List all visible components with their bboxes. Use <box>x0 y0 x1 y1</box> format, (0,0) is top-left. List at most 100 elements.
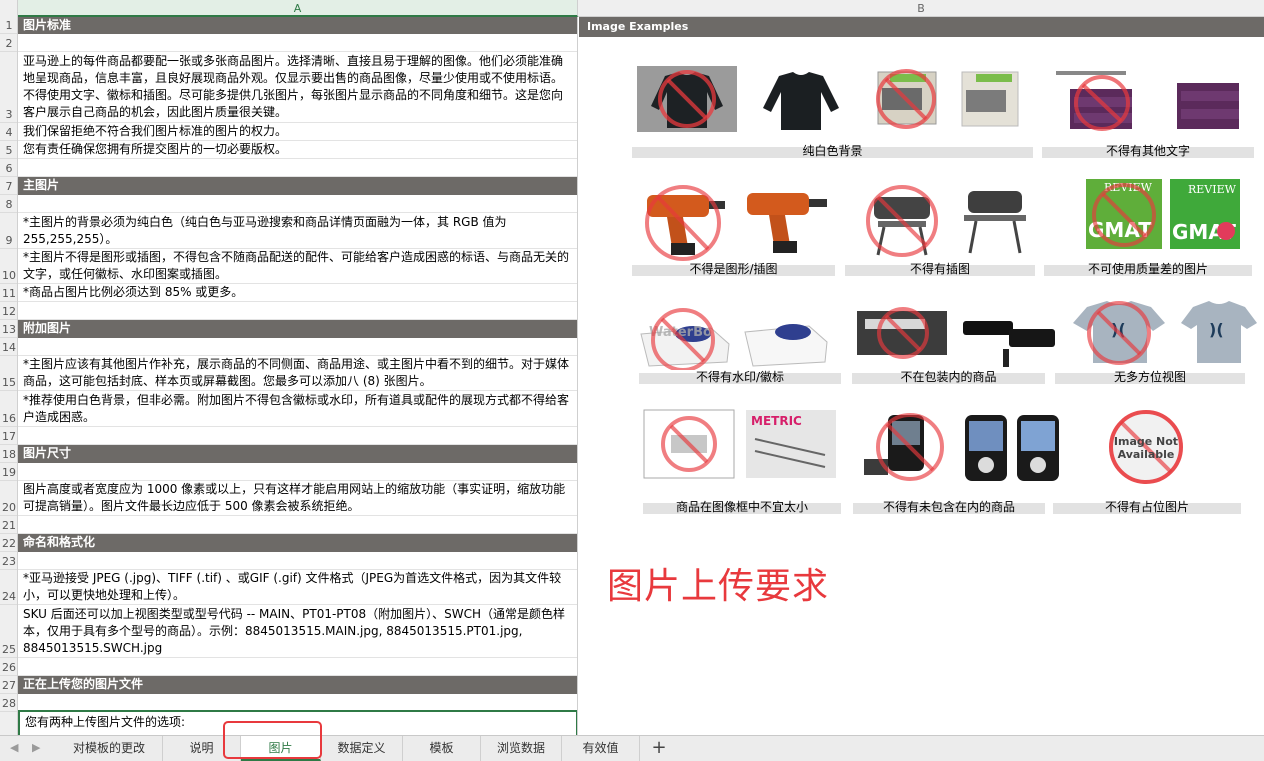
text-cell[interactable]: *我们建议的图片文件命名方式是，用商品 SKU 作为文件名将图片保存在您的网站服… <box>18 605 577 658</box>
text-cell[interactable]: 您有责任确保您拥有所提交图片的一切必要版权。 <box>18 141 577 159</box>
empty-cell[interactable] <box>18 302 577 320</box>
row-header[interactable]: 9 <box>0 213 17 249</box>
text-cell[interactable]: *亚马逊接受 JPEG (.jpg)、TIFF (.tif) 、或GIF (.g… <box>18 570 577 605</box>
caption-no-placeholder: 不得有占位图片 <box>1053 501 1241 514</box>
caption-white-bg: 纯白色背景 <box>632 145 1033 158</box>
row-header[interactable]: 4 <box>0 123 17 141</box>
cell-text: 您有两种上传图片文件的选项: <box>25 715 186 729</box>
section-header-cell[interactable]: 图片标准 <box>18 17 577 34</box>
row-header[interactable]: 25 <box>0 605 17 658</box>
active-tab-highlight-box <box>223 721 322 759</box>
caption-not-too-small: 商品在图像框中不宜太小 <box>643 501 841 514</box>
row-header[interactable]: 19 <box>0 463 17 481</box>
row-header[interactable]: 2 <box>0 34 17 52</box>
product-watermark-crossed-thumbnail: WaterBo <box>640 308 730 370</box>
cell-text: *推荐使用白色背景，但非必需。附加图片不得包含徽标或水印，所有道具或配件的展现方… <box>23 393 570 424</box>
text-cell[interactable]: 图片高度或者宽度应为 1000 像素或以上，只有这样才能启用网站上的缩放功能（事… <box>18 481 577 516</box>
towels-clean-thumbnail <box>1177 83 1239 129</box>
book-good-quality-thumbnail: REVIEW GMAT <box>1170 179 1240 249</box>
row-header[interactable]: 23 <box>0 552 17 570</box>
row-header[interactable]: 12 <box>0 302 17 320</box>
select-all-corner[interactable] <box>0 0 18 17</box>
empty-cell[interactable] <box>18 159 577 177</box>
image-examples-panel: Image Examples 纯白色背景 不得有其他文字 REVIEW GMAT… <box>579 17 1264 735</box>
grill-thumbnail <box>964 191 1026 254</box>
section-header-cell[interactable]: 正在上传您的图片文件 <box>18 676 577 694</box>
row-header[interactable]: 8 <box>0 195 17 213</box>
tshirt-thumbnail: )( <box>1181 301 1257 363</box>
row-header[interactable]: 22 <box>0 534 17 552</box>
row-header[interactable]: 16 <box>0 391 17 427</box>
row-header[interactable]: 20 <box>0 481 17 516</box>
cell-text: 亚马逊上的每件商品都要配一张或多张商品图片。选择清晰、直接且易于理解的图像。他们… <box>23 54 564 119</box>
product-no-watermark-thumbnail <box>744 324 828 367</box>
row-header[interactable]: 18 <box>0 445 17 463</box>
mp3-accessories-crossed-thumbnail <box>864 413 944 481</box>
row-header[interactable]: 11 <box>0 284 17 302</box>
prev-sheet-arrow-icon[interactable]: ◀ <box>10 741 18 754</box>
empty-cell[interactable] <box>18 552 577 570</box>
row-header[interactable]: 24 <box>0 570 17 605</box>
tab-browse-data[interactable]: 浏览数据 <box>481 736 562 761</box>
section-header-cell[interactable]: 附加图片 <box>18 320 577 338</box>
add-sheet-button[interactable]: + <box>649 736 669 761</box>
section-header-cell[interactable]: 图片尺寸 <box>18 445 577 463</box>
section-header-cell[interactable]: 主图片 <box>18 177 577 195</box>
tab-data-definitions[interactable]: 数据定义 <box>321 736 403 761</box>
text-cell[interactable]: *主图片的背景必须为纯白色（纯白色与亚马逊搜索和商品详情页面融为一体，其 RGB… <box>18 213 577 249</box>
text-cell[interactable]: *推荐使用白色背景，但非必需。附加图片不得包含徽标或水印，所有道具或配件的展现方… <box>18 391 577 427</box>
svg-text:REVIEW: REVIEW <box>1188 183 1237 196</box>
empty-cell[interactable] <box>18 427 577 445</box>
row-header[interactable]: 3 <box>0 52 17 123</box>
svg-text:METRIC: METRIC <box>751 414 802 428</box>
tab-valid-values[interactable]: 有效值 <box>562 736 640 761</box>
cell-text: 正在上传您的图片文件 <box>23 677 144 691</box>
empty-cell[interactable] <box>18 516 577 534</box>
tab-template[interactable]: 模板 <box>403 736 481 761</box>
svg-text:)(: )( <box>1209 320 1224 339</box>
small-product-crossed-thumbnail <box>643 409 735 479</box>
text-cell[interactable]: 我们保留拒绝不符合我们图片标准的图片的权力。 <box>18 123 577 141</box>
image-examples-header: Image Examples <box>579 17 1264 37</box>
row-header[interactable]: 27 <box>0 676 17 694</box>
caption-no-illustration: 不得有插图 <box>845 263 1035 276</box>
text-cell[interactable]: 亚马逊上的每件商品都要配一张或多张商品图片。选择清晰、直接且易于理解的图像。他们… <box>18 52 577 123</box>
caption-no-extra-items: 不得有未包含在内的商品 <box>853 501 1045 514</box>
row-header[interactable]: 7 <box>0 177 17 195</box>
tab-template-changes[interactable]: 对模板的更改 <box>56 736 163 761</box>
row-header[interactable]: 28 <box>0 694 17 712</box>
empty-cell[interactable] <box>18 658 577 676</box>
row-header[interactable]: 14 <box>0 338 17 356</box>
drill-crossed-thumbnail <box>645 185 725 261</box>
column-b-header[interactable]: B <box>578 0 1264 17</box>
empty-cell[interactable] <box>18 338 577 356</box>
row-header[interactable]: 17 <box>0 427 17 445</box>
text-cell[interactable]: *商品占图片比例必须达到 85% 或更多。 <box>18 284 577 302</box>
cell-text: 您有责任确保您拥有所提交图片的一切必要版权。 <box>23 142 288 156</box>
section-header-cell[interactable]: 命名和格式化 <box>18 534 577 552</box>
cell-text: *亚马逊接受 JPEG (.jpg)、TIFF (.tif) 、或GIF (.g… <box>23 571 562 602</box>
svg-text:Image Not: Image Not <box>1114 435 1178 448</box>
empty-cell[interactable] <box>18 463 577 481</box>
sweater-white-bg-thumbnail <box>763 72 839 130</box>
box-product-crossed-thumbnail <box>876 69 937 129</box>
caption-no-low-quality: 不可使用质量差的图片 <box>1044 263 1252 276</box>
row-header[interactable]: 10 <box>0 249 17 284</box>
row-header[interactable]: 5 <box>0 141 17 159</box>
next-sheet-arrow-icon[interactable]: ▶ <box>32 741 40 754</box>
grill-illustration-crossed-thumbnail <box>866 185 938 257</box>
towels-with-text-crossed-thumbnail <box>1056 71 1132 131</box>
row-header[interactable]: 26 <box>0 658 17 676</box>
row-header[interactable]: 6 <box>0 159 17 177</box>
row-header[interactable]: 15 <box>0 356 17 391</box>
empty-cell[interactable] <box>18 195 577 213</box>
text-cell[interactable]: *主图片应该有其他图片作补充，展示商品的不同侧面、商品用途、或主图片中看不到的细… <box>18 356 577 391</box>
text-cell[interactable]: *主图片不得是图形或插图，不得包含不随商品配送的配件、可能给客户造成困惑的标语、… <box>18 249 577 284</box>
row-header[interactable]: 21 <box>0 516 17 534</box>
row-header[interactable]: 1 <box>0 17 17 34</box>
empty-cell[interactable] <box>18 34 577 52</box>
placeholder-crossed-thumbnail: Image Not Available <box>1109 410 1183 484</box>
column-a-cells: 图片标准 亚马逊上的每件商品都要配一张或多张商品图片。选择清晰、直接且易于理解的… <box>18 17 578 735</box>
column-a-header[interactable]: A <box>18 0 578 17</box>
row-header[interactable]: 13 <box>0 320 17 338</box>
